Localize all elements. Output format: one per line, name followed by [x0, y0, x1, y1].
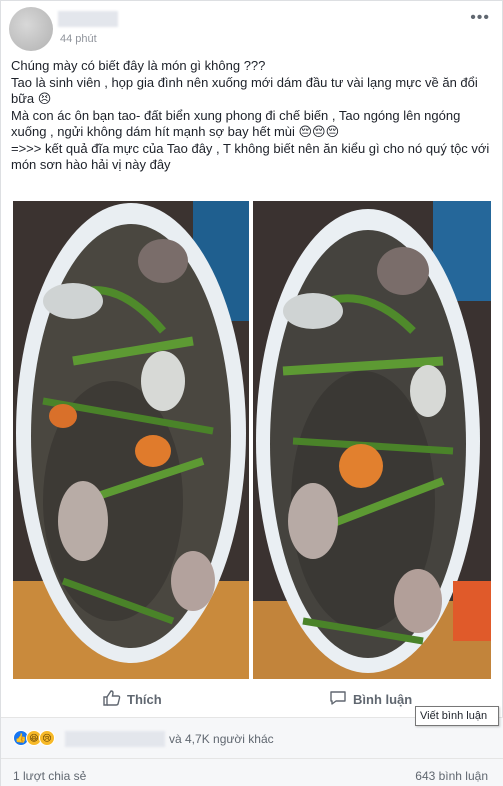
photo-squid-dish-left-image — [13, 201, 249, 679]
photo-squid-dish-left[interactable] — [13, 201, 249, 679]
post-text: Chúng mày có biết đây là món gì không ??… — [11, 58, 491, 174]
post-text-line: Chúng mày có biết đây là món gì không ??… — [11, 58, 266, 73]
photo-squid-dish-right[interactable] — [253, 201, 491, 679]
photo-squid-dish-right-image — [253, 201, 491, 679]
comment-button[interactable]: Bình luận — [329, 687, 412, 711]
sad-reaction-icon: 😢 — [39, 730, 55, 746]
post-card: 44 phút ••• Chúng mày có biết đây là món… — [0, 0, 503, 786]
share-count[interactable]: 1 lượt chia sẻ — [13, 769, 86, 783]
post-text-line: Tao là sinh viên , họp gia đình nên xuốn… — [11, 74, 482, 107]
comment-tooltip: Viết bình luận — [415, 706, 499, 726]
comment-label: Bình luận — [353, 691, 413, 707]
timestamp[interactable]: 44 phút — [60, 33, 97, 45]
author-name-blurred[interactable] — [58, 11, 118, 27]
thumbs-up-icon — [103, 689, 121, 709]
post-text-line: Mà con ác ôn bạn tao- đất biển xung phon… — [11, 107, 464, 140]
photo-grid — [13, 201, 491, 679]
reactor-names-blurred[interactable] — [65, 731, 165, 747]
post-text-line: =>>> kết quả đĩa mực của Tao đây , T khô… — [11, 140, 493, 173]
speech-bubble-icon — [329, 690, 347, 709]
comment-count[interactable]: 643 bình luận — [415, 769, 488, 783]
like-label: Thích — [127, 691, 162, 707]
divider — [1, 758, 503, 759]
reaction-count[interactable]: và 4,7K người khác — [169, 732, 274, 746]
more-options-icon[interactable]: ••• — [470, 9, 490, 27]
like-button[interactable]: Thích — [103, 687, 162, 711]
reaction-icons[interactable]: 👍 😆 😢 — [13, 730, 55, 746]
avatar[interactable] — [9, 7, 53, 51]
